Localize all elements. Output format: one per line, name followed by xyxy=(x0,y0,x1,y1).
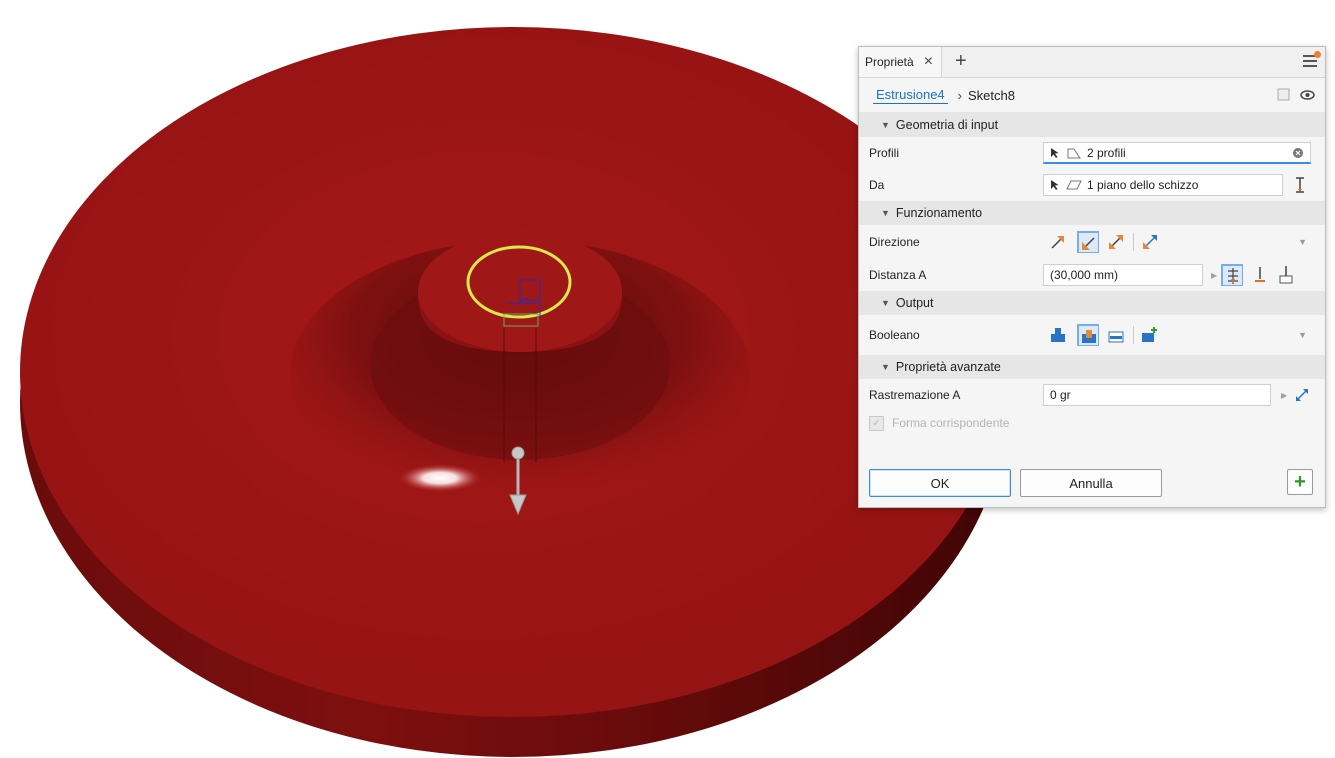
flip-extent-icon[interactable] xyxy=(1289,174,1311,196)
boolean-cut-icon[interactable] xyxy=(1077,324,1099,346)
breadcrumb-sketch[interactable]: Sketch8 xyxy=(968,88,1015,103)
profiles-value: 2 profili xyxy=(1087,145,1126,160)
distance-input[interactable]: (30,000 mm) xyxy=(1043,264,1203,286)
section-title: Output xyxy=(895,296,934,310)
expand-arrow-icon[interactable]: ▶ xyxy=(1281,391,1287,400)
cancel-button-label: Annulla xyxy=(1069,475,1113,491)
taper-value: 0 gr xyxy=(1050,388,1071,402)
distance-label: Distanza A xyxy=(869,268,927,282)
row-profiles: Profili 2 profili xyxy=(859,137,1325,169)
taper-input[interactable]: 0 gr xyxy=(1043,384,1271,406)
profiles-selector[interactable]: 2 profili xyxy=(1043,142,1311,164)
direction-default-icon[interactable] xyxy=(1047,231,1069,253)
tab-label: Proprietà xyxy=(865,55,914,69)
properties-panel: Proprietà × + Estrusione4 › Sketch8 ▼ Ge… xyxy=(858,46,1326,508)
boolean-label: Booleano xyxy=(869,328,920,342)
taper-label: Rastremazione A xyxy=(869,388,961,402)
divider xyxy=(1133,233,1134,251)
divider xyxy=(1133,326,1134,344)
direction-flipped-icon[interactable] xyxy=(1077,231,1099,253)
section-title: Funzionamento xyxy=(895,206,983,220)
plane-icon xyxy=(1066,180,1082,190)
collapse-triangle-icon: ▼ xyxy=(881,208,890,218)
ok-button-label: OK xyxy=(930,475,950,491)
row-boolean: Booleano ▼ xyxy=(859,315,1325,355)
row-from: Da 1 piano dello schizzo xyxy=(859,169,1325,201)
hamburger-menu-icon[interactable] xyxy=(1303,51,1321,67)
panel-tab-bar: Proprietà × + xyxy=(859,47,1325,78)
cursor-arrow-icon xyxy=(1051,180,1059,190)
distance-value: (30,000 mm) xyxy=(1050,268,1119,282)
row-direction: Direzione ▼ xyxy=(859,225,1325,259)
flip-taper-icon[interactable] xyxy=(1291,384,1313,406)
direction-asymmetric-icon[interactable] xyxy=(1139,231,1161,253)
chevron-down-icon[interactable]: ▼ xyxy=(1298,330,1307,340)
section-advanced[interactable]: ▼ Proprietà avanzate xyxy=(859,355,1325,379)
extent-to-icon[interactable] xyxy=(1249,264,1271,286)
ok-button[interactable]: OK xyxy=(869,469,1011,497)
clear-circle-icon[interactable] xyxy=(1292,147,1304,159)
section-output[interactable]: ▼ Output xyxy=(859,291,1325,315)
cancel-button[interactable]: Annulla xyxy=(1020,469,1162,497)
chevron-down-icon[interactable]: ▼ xyxy=(1298,237,1307,247)
square-icon[interactable] xyxy=(1277,88,1290,101)
collapse-triangle-icon: ▼ xyxy=(881,298,890,308)
extent-distance-icon[interactable] xyxy=(1221,264,1243,286)
collapse-triangle-icon: ▼ xyxy=(881,362,890,372)
expand-arrow-icon[interactable]: ▶ xyxy=(1211,271,1217,280)
breadcrumb-feature-link[interactable]: Estrusione4 xyxy=(873,87,948,104)
profile-shape-icon xyxy=(1067,148,1081,158)
row-taper: Rastremazione A 0 gr ▶ xyxy=(859,379,1325,411)
cursor-arrow-icon xyxy=(1051,147,1059,158)
from-value: 1 piano dello schizzo xyxy=(1087,178,1199,192)
plus-icon[interactable]: + xyxy=(955,50,967,73)
eye-icon[interactable] xyxy=(1300,89,1315,100)
direction-label: Direzione xyxy=(869,235,920,249)
tab-properties[interactable]: Proprietà × xyxy=(859,47,943,77)
section-input-geometry[interactable]: ▼ Geometria di input xyxy=(859,113,1325,137)
match-shape-label: Forma corrispondente xyxy=(892,416,1010,430)
plus-icon: + xyxy=(1294,471,1306,493)
boolean-intersect-icon[interactable] xyxy=(1105,324,1127,346)
specular-highlight xyxy=(398,464,482,492)
section-behavior[interactable]: ▼ Funzionamento xyxy=(859,201,1325,225)
from-label: Da xyxy=(869,178,885,192)
boolean-join-icon[interactable] xyxy=(1047,324,1069,346)
breadcrumb: Estrusione4 › Sketch8 xyxy=(859,78,1325,113)
row-distance: Distanza A (30,000 mm) ▶ xyxy=(859,259,1325,291)
close-icon[interactable]: × xyxy=(924,53,933,71)
section-title: Proprietà avanzate xyxy=(895,360,1001,374)
chevron-right-icon: › xyxy=(957,87,962,103)
dialog-button-bar: OK Annulla + xyxy=(859,466,1325,506)
new-solid-icon[interactable] xyxy=(1139,324,1161,346)
extent-through-all-icon[interactable] xyxy=(1275,264,1297,286)
apply-and-new-button[interactable]: + xyxy=(1287,469,1313,495)
profiles-label: Profili xyxy=(869,146,900,160)
collapse-triangle-icon: ▼ xyxy=(881,120,890,130)
row-match-shape: ✓ Forma corrispondente xyxy=(859,411,1325,435)
direction-symmetric-icon[interactable] xyxy=(1105,231,1127,253)
section-title: Geometria di input xyxy=(895,118,999,132)
match-shape-checkbox[interactable]: ✓ xyxy=(869,415,884,431)
from-selector[interactable]: 1 piano dello schizzo xyxy=(1043,174,1283,196)
